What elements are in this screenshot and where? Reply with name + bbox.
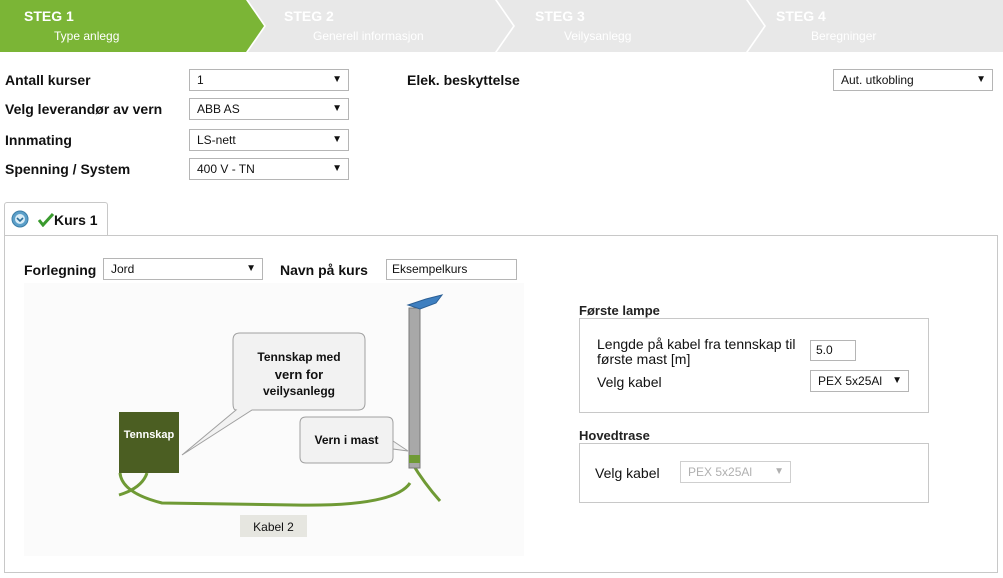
elek-beskyttelse-label: Elek. beskyttelse: [407, 72, 520, 88]
spenning-value: 400 V - TN: [197, 162, 255, 176]
innmating-select[interactable]: LS-nett ▼: [189, 129, 349, 151]
step-2-title: STEG 2: [284, 8, 334, 24]
dropdown-arrow-icon: ▼: [246, 263, 256, 274]
forlegning-select[interactable]: Jord ▼: [103, 258, 263, 280]
mast-fuse-icon: [409, 455, 420, 463]
spenning-label: Spenning / System: [5, 161, 131, 177]
antall-kurser-value: 1: [197, 73, 204, 87]
hovedtrase-kabel-select[interactable]: PEX 5x25Al ▼: [680, 461, 791, 483]
step-3-title: STEG 3: [535, 8, 585, 24]
step-3-subtitle: Veilysanlegg: [564, 29, 632, 43]
check-icon: [38, 213, 54, 227]
leverandor-select[interactable]: ABB AS ▼: [189, 98, 349, 120]
hovedtrase-legend: Hovedtrase: [579, 428, 650, 443]
navn-pa-kurs-label: Navn på kurs: [280, 262, 368, 278]
step-1-title: STEG 1: [24, 8, 74, 24]
dropdown-arrow-icon: ▼: [774, 466, 784, 477]
diagram-area: Tennskap med vern for veilysanlegg Vern …: [24, 283, 524, 556]
lamp-post: [408, 307, 421, 469]
forste-lampe-kabel-value: PEX 5x25Al: [818, 374, 883, 388]
dropdown-arrow-icon: ▼: [332, 163, 342, 174]
bubble-text-tennskap: Tennskap med vern for veilysanlegg: [237, 349, 361, 400]
cable-label: Kabel 2: [253, 520, 294, 534]
hovedtrase-kabel-label: Velg kabel: [595, 465, 660, 481]
diagram-svg: [24, 283, 524, 556]
cabinet-box: [119, 412, 179, 473]
dropdown-arrow-icon: ▼: [332, 103, 342, 114]
spenning-select[interactable]: 400 V - TN ▼: [189, 158, 349, 180]
innmating-value: LS-nett: [197, 133, 236, 147]
forste-lampe-kabel-select[interactable]: PEX 5x25Al ▼: [810, 370, 909, 392]
antall-kurser-label: Antall kurser: [5, 72, 91, 88]
innmating-label: Innmating: [5, 132, 72, 148]
leverandor-label: Velg leverandør av vern: [5, 101, 163, 117]
step-2-subtitle: Generell informasjon: [313, 29, 424, 43]
step-1-subtitle: Type anlegg: [54, 29, 120, 43]
lengde-label-line: Lengde på kabel fra tennskap til: [597, 336, 796, 352]
forlegning-value: Jord: [111, 262, 135, 276]
bubble-line: veilysanlegg: [262, 384, 336, 398]
step-wizard: STEG 1 Type anlegg STEG 2 Generell infor…: [0, 0, 1003, 52]
dropdown-arrow-icon: ▼: [892, 375, 902, 386]
cabinet-label: Tennskap: [123, 429, 175, 441]
forlegning-label: Forlegning: [24, 262, 97, 278]
elek-beskyttelse-value: Aut. utkobling: [841, 73, 914, 87]
bubble-text-vern: Vern i mast: [314, 433, 379, 447]
chevron-down-icon[interactable]: [11, 210, 29, 228]
hovedtrase-kabel-value: PEX 5x25Al: [688, 465, 753, 479]
dropdown-arrow-icon: ▼: [332, 134, 342, 145]
forste-lampe-kabel-label: Velg kabel: [597, 374, 662, 390]
elek-beskyttelse-select[interactable]: Aut. utkobling ▼: [833, 69, 993, 91]
navn-pa-kurs-input[interactable]: Eksempelkurs: [386, 259, 517, 280]
step-4-subtitle: Beregninger: [811, 29, 877, 43]
leverandor-value: ABB AS: [197, 102, 240, 116]
dropdown-arrow-icon: ▼: [976, 74, 986, 85]
step-arrows: [0, 0, 1003, 52]
lengde-label: Lengde på kabel fra tennskap til første …: [597, 337, 795, 367]
dropdown-arrow-icon: ▼: [332, 74, 342, 85]
bubble-line: Tennskap med: [257, 350, 341, 364]
bubble-line: vern for: [274, 367, 324, 382]
tab-kurs-1[interactable]: Kurs 1: [4, 202, 108, 236]
tab-kurs-1-label: Kurs 1: [54, 212, 98, 228]
lengde-label-line: første mast [m]: [597, 351, 691, 367]
lengde-input[interactable]: 5.0: [810, 340, 856, 361]
antall-kurser-select[interactable]: 1 ▼: [189, 69, 349, 91]
step-4-title: STEG 4: [776, 8, 826, 24]
forste-lampe-legend: Første lampe: [579, 303, 660, 318]
